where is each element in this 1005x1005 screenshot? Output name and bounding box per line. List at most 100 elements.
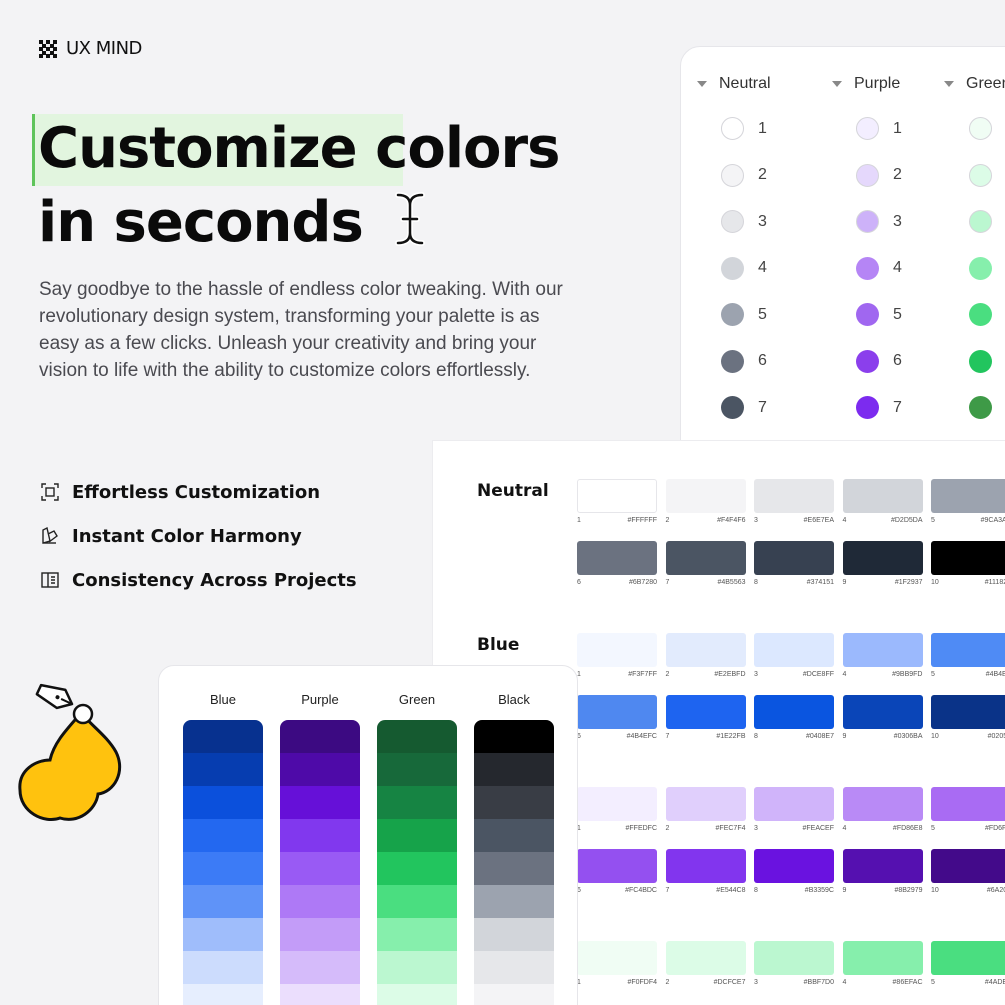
stack-cell[interactable] [183,753,263,786]
palette-swatch-row[interactable]: 4 [856,256,902,280]
palette-swatch-row[interactable]: 4 [969,256,1005,280]
color-swatch[interactable] [842,633,923,667]
palette-swatch-row[interactable]: 3 [856,210,902,233]
stack-cell[interactable] [474,819,554,852]
color-swatch[interactable] [754,941,834,975]
palette-swatch-row[interactable]: 2 [721,163,767,187]
color-swatch[interactable] [754,787,834,821]
stack-cell[interactable] [377,753,457,786]
palette-swatch-row[interactable]: 6 [969,349,1005,373]
palette-swatch-row[interactable]: 1 [969,117,1005,140]
stack-cell[interactable] [377,786,457,819]
palette-swatch-row[interactable]: 3 [969,210,1005,233]
stack-cell[interactable] [280,753,360,786]
stack-cell[interactable] [474,786,554,819]
stack-cell[interactable] [280,852,360,885]
color-swatch[interactable] [931,941,1005,975]
color-swatch[interactable] [931,695,1005,729]
palette-column-header[interactable]: Neutral [697,75,771,93]
stack-cell[interactable] [377,918,457,951]
color-swatch[interactable] [665,633,746,667]
color-swatch[interactable] [754,479,834,513]
palette-swatch-row[interactable]: 2 [856,163,902,187]
color-swatch[interactable] [842,849,923,883]
palette-swatch-row[interactable]: 7 [856,396,902,419]
grid-logo-icon [39,39,57,58]
stack-cell[interactable] [474,885,554,918]
palette-swatch-row[interactable]: 4 [721,256,767,280]
palette-column-header[interactable]: Green [944,75,1005,93]
palette-swatch-row[interactable]: 2 [969,163,1005,187]
swatch-number: 8 [754,733,758,740]
stack-cell[interactable] [183,786,263,819]
color-swatch[interactable] [665,479,746,513]
palette-column-header[interactable]: Purple [832,75,900,93]
color-swatch[interactable] [931,479,1005,513]
color-swatch[interactable] [931,787,1005,821]
stack-cell[interactable] [183,852,263,885]
color-swatch[interactable] [577,633,657,667]
color-swatch[interactable] [577,941,657,975]
color-swatch[interactable] [754,633,834,667]
palette-swatch-row[interactable]: 1 [856,117,902,140]
color-swatch[interactable] [577,849,657,883]
color-swatch[interactable] [665,695,746,729]
color-swatch[interactable] [931,541,1005,575]
brand[interactable]: UX MIND [38,38,142,59]
color-swatch[interactable] [931,849,1005,883]
color-swatch[interactable] [665,787,746,821]
stack-cell[interactable] [474,984,554,1005]
palette-swatch-row[interactable]: 5 [721,303,767,326]
color-swatch[interactable] [665,941,746,975]
color-swatch[interactable] [577,541,657,575]
stack-cell[interactable] [280,918,360,951]
stack-cell[interactable] [474,753,554,786]
palette-swatch-row[interactable]: 6 [856,349,902,373]
stack-cell[interactable] [280,885,360,918]
color-swatch[interactable] [754,541,834,575]
palette-swatch-row[interactable]: 3 [721,210,767,233]
stack-cell[interactable] [377,885,457,918]
swatch-hex: #BBF7D0 [803,979,834,986]
stack-cell[interactable] [474,852,554,885]
stack-cell[interactable] [280,951,360,984]
stack-cell[interactable] [377,852,457,885]
stack-cell[interactable] [474,720,554,753]
color-swatch[interactable] [842,787,923,821]
color-swatch[interactable] [931,633,1005,667]
stack-cell[interactable] [377,951,457,984]
color-swatch[interactable] [577,695,657,729]
color-swatch[interactable] [842,695,923,729]
palette-swatch-row[interactable]: 5 [856,303,902,326]
color-swatch[interactable] [665,541,746,575]
stack-cell[interactable] [183,819,263,852]
stack-cell[interactable] [280,786,360,819]
color-swatch[interactable] [754,695,834,729]
color-swatch[interactable] [842,479,923,513]
stack-cell[interactable] [377,720,457,753]
color-swatch[interactable] [842,541,923,575]
stack-cell[interactable] [183,918,263,951]
color-swatch[interactable] [577,787,657,821]
color-swatch[interactable] [665,849,746,883]
stack-cell[interactable] [183,885,263,918]
palette-swatch-row[interactable]: 7 [969,396,1005,419]
stack-cell[interactable] [183,720,263,753]
palette-swatch-row[interactable]: 7 [721,396,767,419]
swatch-hex: #E6E7EA [803,517,834,524]
palette-swatch-row[interactable]: 1 [721,117,767,140]
stack-cell[interactable] [280,819,360,852]
stack-cell[interactable] [474,951,554,984]
stack-cell[interactable] [280,720,360,753]
color-swatch[interactable] [754,849,834,883]
stack-cell[interactable] [280,984,360,1005]
palette-swatch-row[interactable]: 5 [969,303,1005,326]
stack-cell[interactable] [377,984,457,1005]
stack-cell[interactable] [183,951,263,984]
palette-swatch-row[interactable]: 6 [721,349,767,373]
stack-cell[interactable] [183,984,263,1005]
stack-cell[interactable] [474,918,554,951]
color-swatch[interactable] [577,479,657,513]
color-swatch[interactable] [842,941,923,975]
stack-cell[interactable] [377,819,457,852]
